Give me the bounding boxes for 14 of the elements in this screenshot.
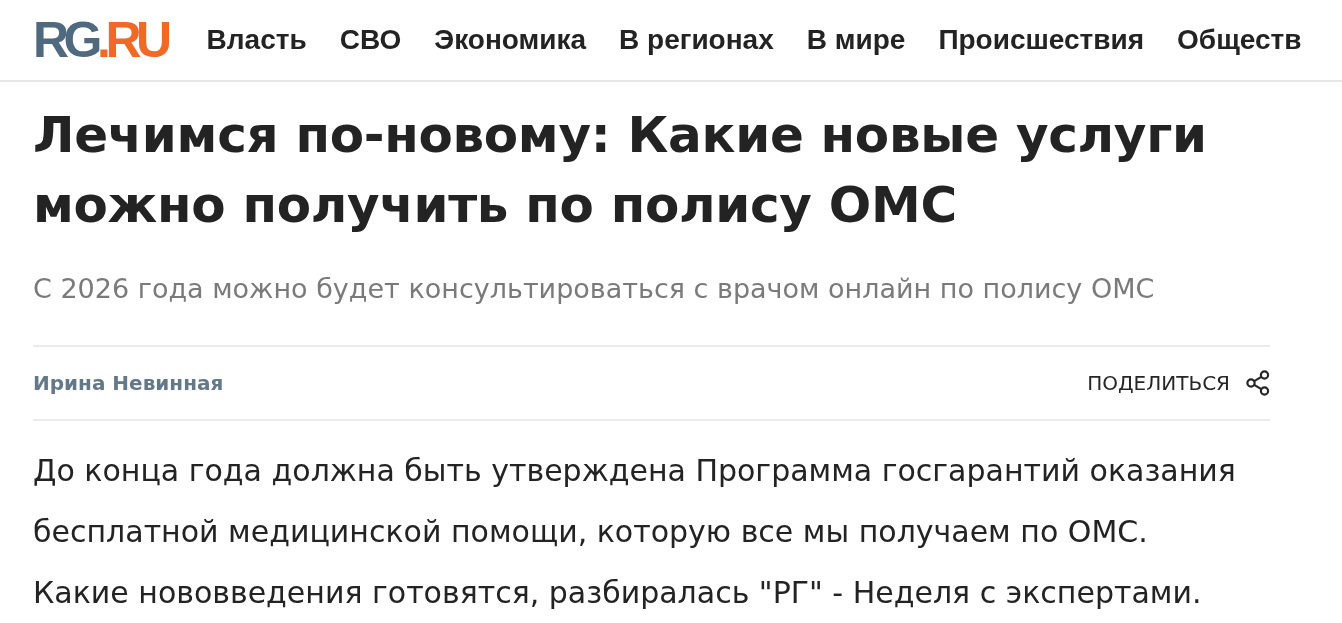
nav-link[interactable]: Обществ bbox=[1177, 19, 1302, 61]
author-link[interactable]: Ирина Невинная bbox=[33, 368, 224, 398]
share-button[interactable]: ПОДЕЛИТЬСЯ bbox=[1087, 368, 1270, 398]
article-title: Лечимся по-новому: Какие новые услуги можно получить по полису ОМС bbox=[33, 105, 1208, 236]
share-icon bbox=[1246, 370, 1270, 396]
article-subtitle: С 2026 года можно будет консультироваться с врачом онлайн по полису ОМС bbox=[33, 272, 1156, 306]
site-logo[interactable]: RG.RU bbox=[33, 15, 167, 65]
nav-link[interactable]: Экономика bbox=[434, 19, 587, 61]
article-lead-paragraph: До конца года должна быть утверждена Программа госгарантий оказания бесплатной медицинской помощи, которую все мы получаем по ОМС. Какие нововведения готовятся, разбиралась "РГ" - Неделя с экспертами. bbox=[33, 452, 1237, 612]
nav-link[interactable]: СВО bbox=[339, 19, 402, 61]
nav-link[interactable]: Происшествия bbox=[938, 19, 1145, 61]
nav-link[interactable]: В мире bbox=[806, 19, 906, 61]
nav-link[interactable]: В регионах bbox=[619, 19, 774, 61]
nav-link[interactable]: Власть bbox=[206, 19, 307, 61]
